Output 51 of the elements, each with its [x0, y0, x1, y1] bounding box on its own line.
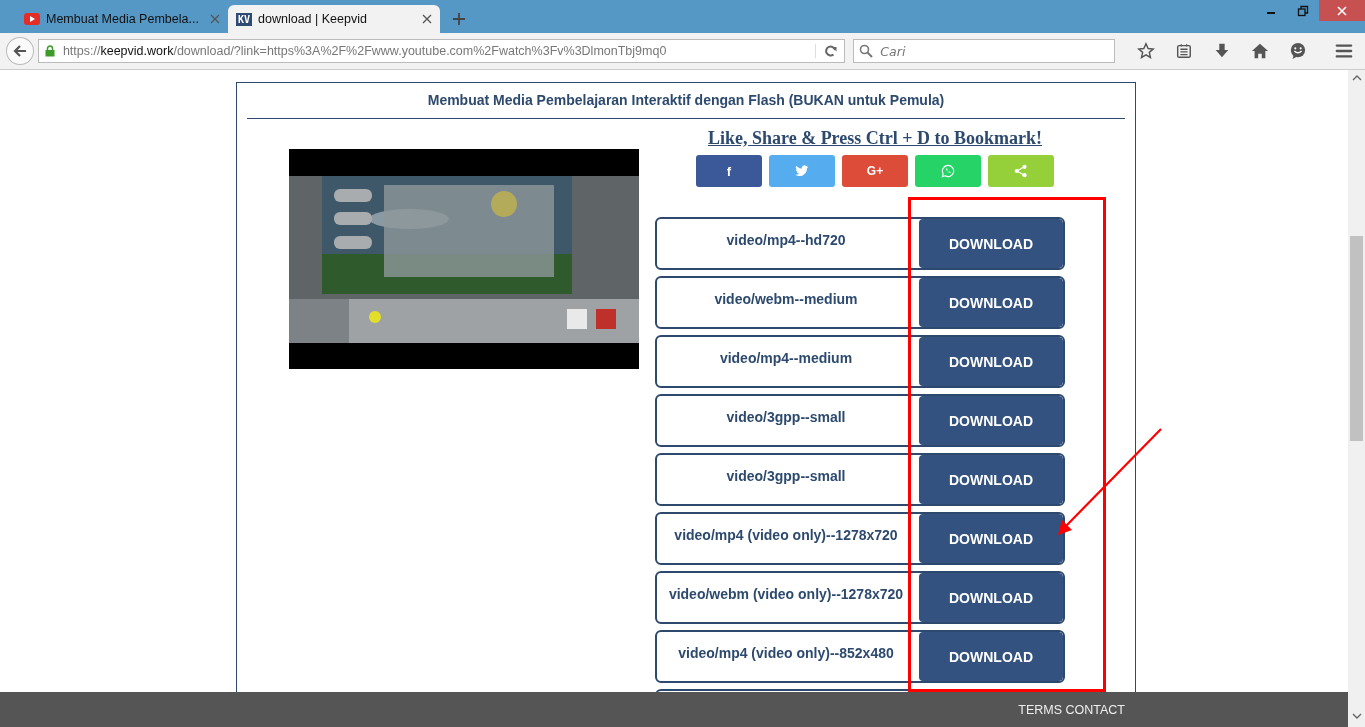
close-icon[interactable] — [422, 14, 432, 24]
format-label: video/3gpp--small — [725, 467, 847, 486]
googleplus-share-button[interactable]: G+ — [842, 155, 908, 187]
home-icon[interactable] — [1251, 42, 1270, 60]
scroll-down-icon[interactable] — [1351, 713, 1362, 719]
share-icon — [1014, 164, 1028, 178]
format-label: video/mp4--hd720 — [725, 231, 847, 250]
format-label: video/mp4 (video only)--852x480 — [677, 644, 895, 663]
phone-bubble-icon — [941, 164, 955, 178]
site-logo: KV — [236, 12, 253, 26]
bookmark-link[interactable]: Like, Share & Press Ctrl + D to Bookmark! — [707, 128, 1043, 149]
download-button[interactable]: DOWNLOAD — [919, 632, 1063, 681]
format-label: video/webm (video only)--1278x720 — [667, 585, 905, 604]
video-title: Membuat Media Pembelajaran Interaktif dengan Flash (BUKAN untuk Pemula) — [426, 91, 946, 110]
star-icon[interactable] — [1137, 42, 1156, 60]
address-bar[interactable]: https://keepvid.work/download/?link=https%3A%2F%2Fwww.youtube.com%2Fwatch%3Fv%3DlmonTbj9mq0 — [37, 39, 846, 63]
back-arrow-icon — [11, 43, 28, 59]
scroll-up-icon[interactable] — [1351, 75, 1362, 81]
scroll-thumb[interactable] — [1350, 236, 1363, 441]
lock-icon — [44, 45, 55, 57]
download-button[interactable]: DOWNLOAD — [919, 337, 1063, 386]
format-label: video/mp4--medium — [718, 349, 854, 368]
scrollbar[interactable] — [1348, 70, 1365, 727]
tab-title: download | Keepvid — [258, 12, 368, 26]
format-label: video/mp4 (video only)--1278x720 — [673, 526, 899, 545]
search-field[interactable]: Cari — [853, 39, 1116, 63]
download-button[interactable]: DOWNLOAD — [919, 396, 1063, 445]
chat-icon[interactable] — [1289, 42, 1308, 60]
download-button[interactable]: DOWNLOAD — [919, 219, 1063, 268]
browser-tab[interactable]: Membuat Media Pembela... — [16, 5, 228, 33]
download-button[interactable]: DOWNLOAD — [919, 573, 1063, 622]
tab-title: Membuat Media Pembela... — [46, 12, 200, 26]
menu-icon[interactable] — [1335, 42, 1353, 60]
bird-icon — [795, 165, 809, 177]
download-button[interactable]: DOWNLOAD — [919, 278, 1063, 327]
close-icon — [1337, 5, 1347, 16]
list-icon[interactable] — [1175, 42, 1194, 60]
format-label: video/webm--medium — [713, 290, 859, 309]
restore-icon[interactable] — [1297, 5, 1309, 17]
new-tab-icon[interactable] — [452, 12, 466, 26]
reload-icon[interactable] — [815, 44, 839, 58]
format-label: video/3gpp--small — [725, 408, 847, 427]
download-button[interactable]: DOWNLOAD — [919, 514, 1063, 563]
close-window-button[interactable] — [1319, 0, 1365, 21]
facebook-share-button[interactable]: f — [696, 155, 762, 187]
footer-links[interactable]: TERMS CONTACT — [1018, 702, 1125, 717]
back-button[interactable] — [6, 37, 34, 65]
url-text: https://keepvid.work/download/?link=https%3A%2F%2Fwww.youtube.com%2Fwatch%3Fv%3DlmonTbj9mq0 — [62, 44, 668, 58]
play-logo-icon — [24, 13, 40, 25]
browser-tab[interactable]: KV download | Keepvid — [228, 5, 440, 33]
download-button[interactable]: DOWNLOAD — [919, 455, 1063, 504]
